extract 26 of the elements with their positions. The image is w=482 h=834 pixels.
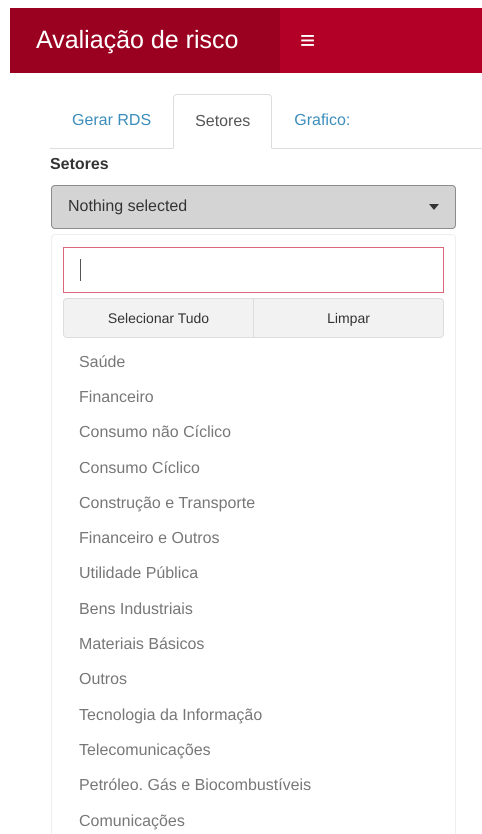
option-item[interactable]: Consumo Cíclico <box>79 456 200 481</box>
search-field[interactable] <box>63 247 444 293</box>
option-item[interactable]: Tecnologia da Informação <box>79 704 262 728</box>
option-item[interactable]: Petróleo. Gás e Biocombustíveis <box>79 774 312 798</box>
tab[interactable]: Setores <box>173 94 272 149</box>
select-dropdown[interactable]: Nothing selected <box>51 185 456 229</box>
tab[interactable]: Gerar RDS <box>50 94 174 148</box>
option-item[interactable]: Consumo não Cíclico <box>79 421 232 446</box>
option-item[interactable]: Comunicações <box>79 810 185 834</box>
option-item[interactable]: Bens Industriais <box>79 598 193 622</box>
field-label: Setores <box>50 155 110 175</box>
option-item[interactable]: Saúde <box>79 350 126 375</box>
option-item[interactable]: Outros <box>79 668 128 692</box>
action-button[interactable]: Limpar <box>253 299 443 337</box>
menu-button[interactable]: ≡ <box>280 8 336 73</box>
option-item[interactable]: Materiais Básicos <box>79 633 204 658</box>
option-item[interactable]: Utilidade Pública <box>79 562 198 586</box>
option-item[interactable]: Construção e Transporte <box>79 492 256 516</box>
app-title: Avaliação de risco <box>10 8 280 73</box>
option-item[interactable]: Telecomunicações <box>79 738 211 763</box>
tab[interactable]: Grafico: <box>272 94 372 148</box>
action-button[interactable]: Selecionar Tudo <box>64 299 253 337</box>
caret-icon <box>429 204 439 210</box>
option-item[interactable]: Financeiro e Outros <box>79 527 220 552</box>
text-cursor <box>80 259 81 281</box>
option-item[interactable]: Financeiro <box>79 386 154 410</box>
